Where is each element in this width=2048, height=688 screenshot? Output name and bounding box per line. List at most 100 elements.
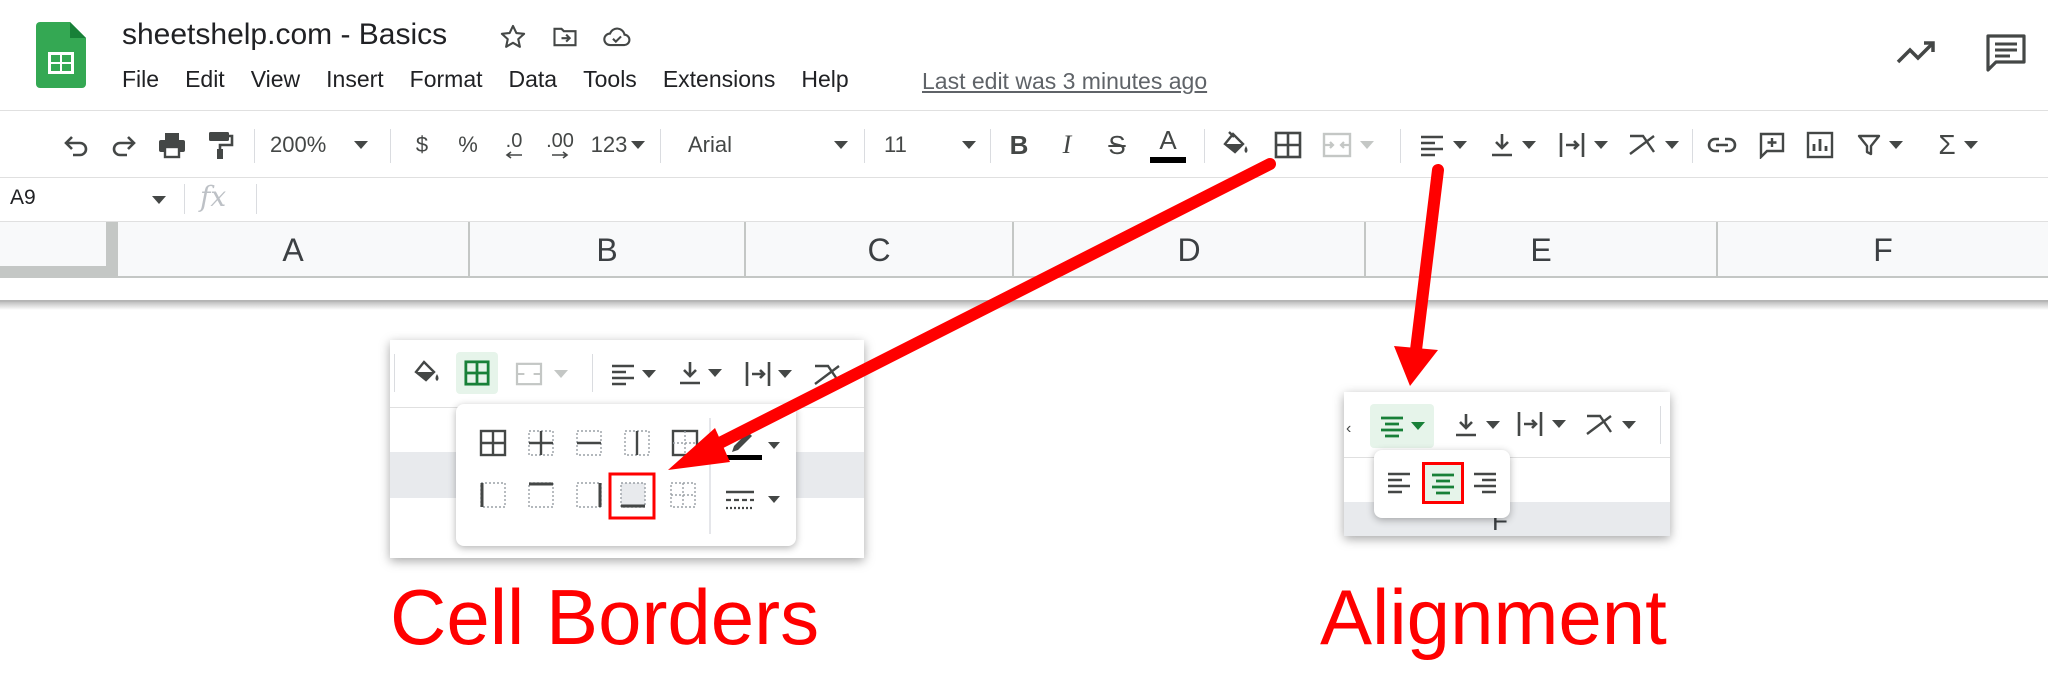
star-icon[interactable] [494,18,532,56]
comments-icon[interactable] [1984,32,2028,74]
text-wrapping-button[interactable] [744,360,792,388]
menu-edit[interactable]: Edit [185,66,225,93]
font-size-select[interactable]: 11 [884,111,976,179]
insert-link-icon[interactable] [1702,111,1742,179]
sheet-bottom-shadow [0,300,2048,310]
clear-borders-icon[interactable] [670,482,696,508]
name-box[interactable]: A9 [10,186,36,210]
menu-data[interactable]: Data [509,66,558,93]
increase-decimal-button[interactable]: .00 [540,111,580,179]
activity-trend-icon[interactable] [1894,34,1940,70]
move-to-folder-icon[interactable] [546,18,584,56]
insert-chart-icon[interactable] [1800,111,1840,179]
print-icon[interactable] [152,111,192,179]
zoom-select[interactable]: 200% [270,111,390,179]
vertical-align-button[interactable] [678,360,722,386]
fill-color-icon[interactable] [412,358,442,393]
text-wrapping-button[interactable] [1516,410,1566,438]
currency-format-button[interactable]: $ [402,111,442,179]
text-color-button[interactable]: A [1148,111,1188,179]
border-style-icon[interactable] [726,490,780,510]
toolbar-divider [390,129,391,163]
vertical-align-button[interactable] [1484,111,1542,179]
decrease-decimal-button[interactable]: .0 [494,111,534,179]
document-title[interactable]: sheetshelp.com - Basics [122,18,447,52]
chevron-down-icon [1665,141,1679,149]
menu-extensions[interactable]: Extensions [663,66,776,93]
menu-tools[interactable]: Tools [583,66,637,93]
last-edit-link[interactable]: Last edit was 3 minutes ago [922,68,1207,95]
toolbar-divider [1692,129,1693,163]
chevron-down-icon [354,141,369,149]
chevron-down-icon [1360,141,1374,149]
borders-button-active[interactable] [456,352,498,394]
filter-button[interactable] [1850,111,1910,179]
align-center-option[interactable] [1422,462,1464,504]
menu-view[interactable]: View [251,66,300,93]
caption-cell-borders: Cell Borders [390,573,820,661]
sheets-logo-icon[interactable] [36,22,86,88]
horizontal-align-button-active[interactable] [1370,404,1434,448]
column-header-c[interactable]: C [746,222,1014,278]
font-family-select[interactable]: Arial [688,111,848,179]
cloud-saved-icon[interactable] [598,18,636,56]
percent-format-button[interactable]: % [448,111,488,179]
strikethrough-button[interactable]: S [1098,111,1136,179]
paint-format-icon[interactable] [200,111,240,179]
vertical-align-button[interactable] [1454,412,1500,438]
text-wrapping-button[interactable] [1554,111,1612,179]
left-border-icon[interactable] [480,482,506,508]
all-borders-icon[interactable] [479,429,507,457]
fill-color-icon[interactable] [1216,111,1256,179]
horizontal-align-button[interactable] [610,362,656,386]
undo-icon[interactable] [56,111,96,179]
border-color-icon[interactable] [726,432,780,460]
redo-icon[interactable] [104,111,144,179]
filter-icon [1857,134,1881,156]
borders-inset-panel [390,340,864,558]
toolbar-divider [394,354,395,392]
column-header-e[interactable]: E [1366,222,1718,278]
borders-options [479,418,780,534]
more-formats-select[interactable]: 123 [588,111,648,179]
horizontal-align-button[interactable] [1414,111,1472,179]
column-header-f[interactable]: F [1718,222,2048,278]
functions-button[interactable]: Σ [1930,111,1986,179]
borders-icon[interactable] [1268,111,1308,179]
text-rotation-icon[interactable] [812,362,842,393]
toolbar-divider [864,129,865,163]
column-header-b[interactable]: B [470,222,746,278]
text-color-swatch [1150,157,1186,163]
align-right-option-icon[interactable] [1472,470,1498,499]
toolbar-divider [1204,129,1205,163]
text-rotation-button[interactable] [1584,412,1636,438]
italic-button[interactable]: I [1048,111,1086,179]
text-wrap-icon [1559,133,1585,157]
select-all-corner[interactable] [0,222,118,278]
merge-cells-button[interactable] [514,362,568,386]
chevron-down-icon[interactable] [152,196,166,204]
font-size-value: 11 [884,132,907,157]
menu-file[interactable]: File [122,66,159,93]
top-border-icon[interactable] [528,482,554,508]
inner-borders-icon[interactable] [528,430,554,456]
menu-insert[interactable]: Insert [326,66,384,93]
chevron-down-icon [1552,420,1566,428]
menu-help[interactable]: Help [801,66,848,93]
bottom-border-icon[interactable] [620,482,646,508]
merge-cells-button[interactable] [1318,111,1378,179]
vertical-borders-icon[interactable] [624,430,650,456]
right-border-icon[interactable] [576,482,602,508]
borders-menu [456,404,796,546]
insert-comment-icon[interactable] [1752,111,1792,179]
outer-borders-icon[interactable] [671,429,699,457]
align-left-option-icon[interactable] [1386,470,1412,499]
column-header-a[interactable]: A [118,222,470,278]
text-rotation-button[interactable] [1624,111,1682,179]
column-header-d[interactable]: D [1014,222,1366,278]
arrow-left-icon [505,151,522,159]
bold-button[interactable]: B [1000,111,1038,179]
font-family-value: Arial [688,132,733,157]
menu-format[interactable]: Format [410,66,483,93]
horizontal-borders-icon[interactable] [576,430,602,456]
